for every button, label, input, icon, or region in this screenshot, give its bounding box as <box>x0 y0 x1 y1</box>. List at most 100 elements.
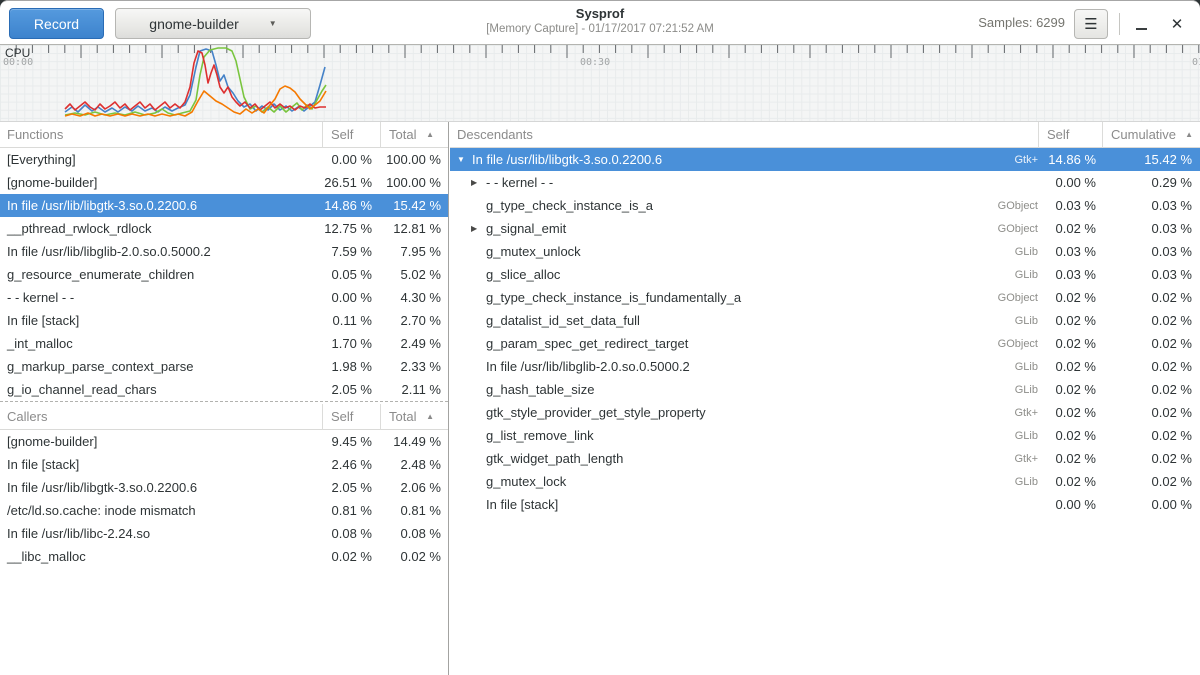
function-name-cell: _int_malloc <box>0 336 322 351</box>
table-row[interactable]: In file [stack]2.46 %2.48 % <box>0 453 448 476</box>
library-tag: GLib <box>962 246 1038 258</box>
tree-row[interactable]: gtk_style_provider_get_style_propertyGtk… <box>450 401 1200 424</box>
caller-name-cell: In file /usr/lib/libc-2.24.so <box>0 526 322 541</box>
tree-row[interactable]: g_type_check_instance_is_aGObject0.03 %0… <box>450 194 1200 217</box>
table-row[interactable]: __pthread_rwlock_rdlock12.75 %12.81 % <box>0 217 448 240</box>
callers-table-header: Callers Self Total ▲ <box>0 404 448 430</box>
function-name-cell: g_markup_parse_context_parse <box>0 359 322 374</box>
function-name-cell: In file [stack] <box>0 313 322 328</box>
table-row[interactable]: g_io_channel_read_chars2.05 %2.11 % <box>0 378 448 401</box>
close-button[interactable]: ✕ <box>1162 9 1192 39</box>
total-percent-cell: 0.02 % <box>380 549 448 564</box>
tree-row[interactable]: g_type_check_instance_is_fundamentally_a… <box>450 286 1200 309</box>
cumulative-percent-cell: 0.00 % <box>1102 497 1200 512</box>
function-name-cell: In file /usr/lib/libgtk-3.so.0.2200.6 <box>0 198 322 213</box>
library-tag: GLib <box>962 430 1038 442</box>
tree-row[interactable]: g_param_spec_get_redirect_targetGObject0… <box>450 332 1200 355</box>
total-header-label: Total <box>389 127 416 142</box>
library-tag: GLib <box>962 476 1038 488</box>
tree-row[interactable]: g_mutex_unlockGLib0.03 %0.03 % <box>450 240 1200 263</box>
function-name-cell: g_io_channel_read_chars <box>0 382 322 397</box>
descendant-name-label: g_slice_alloc <box>486 267 560 282</box>
sysprof-window: Record gnome-builder ▼ Sysprof [Memory C… <box>0 0 1200 675</box>
tree-row[interactable]: In file /usr/lib/libglib-2.0.so.0.5000.2… <box>450 355 1200 378</box>
callers-column-header[interactable]: Callers <box>0 404 322 430</box>
functions-column-header[interactable]: Functions <box>0 122 322 148</box>
table-row[interactable]: In file /usr/lib/libgtk-3.so.0.2200.62.0… <box>0 476 448 499</box>
descendant-name-label: In file [stack] <box>486 497 558 512</box>
callers-total-column-header[interactable]: Total ▲ <box>380 404 448 430</box>
samples-count: Samples: 6299 <box>978 15 1065 30</box>
caller-name-cell: /etc/ld.so.cache: inode mismatch <box>0 503 322 518</box>
table-row[interactable]: In file [stack]0.11 %2.70 % <box>0 309 448 332</box>
descendant-name-cell: ▼In file /usr/lib/libgtk-3.so.0.2200.6 <box>450 152 962 167</box>
descendant-name-label: g_mutex_lock <box>486 474 566 489</box>
table-row[interactable]: In file /usr/lib/libglib-2.0.so.0.5000.2… <box>0 240 448 263</box>
descendant-name-label: g_type_check_instance_is_a <box>486 198 653 213</box>
table-row[interactable]: [Everything]0.00 %100.00 % <box>0 148 448 171</box>
descendant-name-label: g_param_spec_get_redirect_target <box>486 336 688 351</box>
tree-row[interactable]: gtk_widget_path_lengthGtk+0.02 %0.02 % <box>450 447 1200 470</box>
total-percent-cell: 0.81 % <box>380 503 448 518</box>
target-selector-label: gnome-builder <box>149 16 239 32</box>
target-selector-dropdown[interactable]: gnome-builder ▼ <box>115 8 311 39</box>
table-row[interactable]: [gnome-builder]9.45 %14.49 % <box>0 430 448 453</box>
descendant-name-label: g_mutex_unlock <box>486 244 581 259</box>
descendants-cumulative-column-header[interactable]: Cumulative ▲ <box>1102 122 1200 148</box>
callers-list: [gnome-builder]9.45 %14.49 %In file [sta… <box>0 430 448 568</box>
function-name-cell: [Everything] <box>0 152 322 167</box>
descendants-panel: Descendants Self Cumulative ▲ ▼In file /… <box>450 122 1200 675</box>
table-row[interactable]: g_resource_enumerate_children0.05 %5.02 … <box>0 263 448 286</box>
functions-total-column-header[interactable]: Total ▲ <box>380 122 448 148</box>
table-row[interactable]: In file /usr/lib/libgtk-3.so.0.2200.614.… <box>0 194 448 217</box>
library-tag: GLib <box>962 361 1038 373</box>
function-name-cell: g_resource_enumerate_children <box>0 267 322 282</box>
self-percent-cell: 7.59 % <box>322 244 380 259</box>
table-row[interactable]: g_markup_parse_context_parse1.98 %2.33 % <box>0 355 448 378</box>
table-row[interactable]: In file /usr/lib/libc-2.24.so0.08 %0.08 … <box>0 522 448 545</box>
table-row[interactable]: [gnome-builder]26.51 %100.00 % <box>0 171 448 194</box>
table-row[interactable]: _int_malloc1.70 %2.49 % <box>0 332 448 355</box>
cumulative-percent-cell: 0.02 % <box>1102 313 1200 328</box>
cumulative-percent-cell: 0.02 % <box>1102 290 1200 305</box>
time-axis-label: 00:30 <box>580 57 610 68</box>
expander-right-icon[interactable]: ▶ <box>471 224 486 233</box>
descendants-self-column-header[interactable]: Self <box>1038 122 1102 148</box>
descendant-name-label: gtk_widget_path_length <box>486 451 623 466</box>
self-percent-cell: 0.03 % <box>1038 244 1102 259</box>
tree-row[interactable]: g_hash_table_sizeGLib0.02 %0.02 % <box>450 378 1200 401</box>
table-row[interactable]: - - kernel - -0.00 %4.30 % <box>0 286 448 309</box>
descendants-column-header[interactable]: Descendants <box>450 122 1038 148</box>
tree-row[interactable]: ▶g_signal_emitGObject0.02 %0.03 % <box>450 217 1200 240</box>
table-row[interactable]: __libc_malloc0.02 %0.02 % <box>0 545 448 568</box>
tree-row[interactable]: ▼In file /usr/lib/libgtk-3.so.0.2200.6Gt… <box>450 148 1200 171</box>
self-percent-cell: 0.02 % <box>1038 336 1102 351</box>
self-percent-cell: 0.00 % <box>1038 175 1102 190</box>
self-percent-cell: 0.02 % <box>1038 313 1102 328</box>
functions-self-column-header[interactable]: Self <box>322 122 380 148</box>
minimize-button[interactable] <box>1126 9 1156 39</box>
library-tag: Gtk+ <box>962 407 1038 419</box>
table-row[interactable]: /etc/ld.so.cache: inode mismatch0.81 %0.… <box>0 499 448 522</box>
self-percent-cell: 0.03 % <box>1038 198 1102 213</box>
hamburger-menu-button[interactable]: ☰ <box>1074 9 1108 39</box>
tree-row[interactable]: ▶- - kernel - -0.00 %0.29 % <box>450 171 1200 194</box>
expander-down-icon[interactable]: ▼ <box>457 155 472 164</box>
self-percent-cell: 0.11 % <box>322 313 380 328</box>
total-percent-cell: 5.02 % <box>380 267 448 282</box>
tree-row[interactable]: g_datalist_id_set_data_fullGLib0.02 %0.0… <box>450 309 1200 332</box>
expander-right-icon[interactable]: ▶ <box>471 178 486 187</box>
self-percent-cell: 0.00 % <box>322 290 380 305</box>
cumulative-percent-cell: 0.02 % <box>1102 359 1200 374</box>
caller-name-cell: __libc_malloc <box>0 549 322 564</box>
tree-row[interactable]: g_slice_allocGLib0.03 %0.03 % <box>450 263 1200 286</box>
functions-list: [Everything]0.00 %100.00 %[gnome-builder… <box>0 148 448 401</box>
callers-self-column-header[interactable]: Self <box>322 404 380 430</box>
tree-row[interactable]: g_list_remove_linkGLib0.02 %0.02 % <box>450 424 1200 447</box>
cumulative-percent-cell: 15.42 % <box>1102 152 1200 167</box>
cpu-timeline-graph[interactable]: CPU 00:0000:3001:00 <box>0 45 1200 122</box>
record-button[interactable]: Record <box>9 8 104 39</box>
tree-row[interactable]: g_mutex_lockGLib0.02 %0.02 % <box>450 470 1200 493</box>
tree-row[interactable]: In file [stack]0.00 %0.00 % <box>450 493 1200 516</box>
descendant-name-cell: g_datalist_id_set_data_full <box>450 313 962 328</box>
